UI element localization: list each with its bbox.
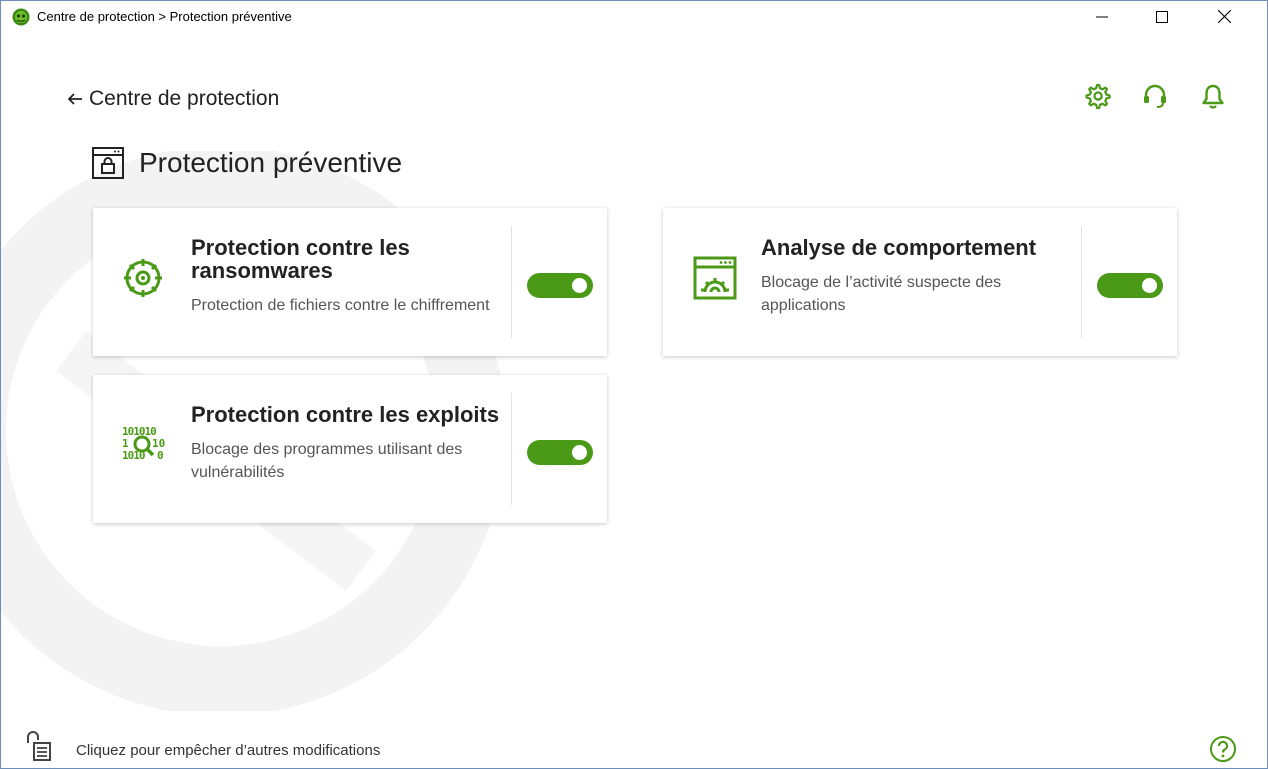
toggle-knob <box>1142 278 1157 293</box>
card-divider <box>511 226 512 338</box>
app-logo-icon <box>12 8 30 26</box>
card-title: Analyse de comportement <box>761 235 1037 260</box>
shield-window-icon <box>92 147 124 179</box>
behavior-analysis-toggle[interactable] <box>1097 273 1163 298</box>
card-title: Protection contre les ransomwares <box>191 235 410 283</box>
minimize-button[interactable] <box>1079 1 1125 32</box>
back-link[interactable]: Centre de protection <box>67 87 279 111</box>
ransomware-protection-toggle[interactable] <box>527 273 593 298</box>
close-icon <box>1217 10 1231 23</box>
arrow-left-icon <box>67 93 82 105</box>
card-behavior-analysis: Analyse de comportement Blocage de l’act… <box>663 208 1177 356</box>
exploit-protection-toggle[interactable] <box>527 440 593 465</box>
card-divider <box>1081 226 1082 338</box>
unlocked-lock-icon[interactable] <box>25 729 51 761</box>
headset-icon <box>1144 84 1166 108</box>
page-title: Protection préventive <box>139 147 403 178</box>
toggle-knob <box>572 445 587 460</box>
bell-icon <box>1202 84 1224 109</box>
card-description: Blocage de l’activité suspecte des appli… <box>761 274 1002 314</box>
card-description: Protection de fichiers contre le chiffre… <box>191 297 490 314</box>
card-ransomware-protection: Protection contre les ransomwares Protec… <box>93 208 607 356</box>
card-text: Analyse de comportement Blocage de l’act… <box>761 236 1071 317</box>
card-title: Protection contre les exploits <box>191 402 500 427</box>
lock-settings-link[interactable]: Cliquez pour empêcher d’autres modificat… <box>76 742 380 759</box>
card-description: Blocage des programmes utilisant des vul… <box>191 441 463 481</box>
svg-text:0: 0 <box>157 449 164 462</box>
binary-magnifier-icon: 101010 1 10 1010 0 <box>122 425 165 462</box>
settings-button[interactable] <box>1082 79 1112 113</box>
minimize-icon <box>1096 16 1108 17</box>
support-button[interactable] <box>1140 79 1170 113</box>
app-window: Centre de protection > Protection préven… <box>0 0 1268 769</box>
ransomware-shield-icon <box>124 259 162 297</box>
maximize-icon <box>1156 10 1168 23</box>
card-exploit-protection: 101010 1 10 1010 0 Protection contre les… <box>93 375 607 523</box>
title-bar: Centre de protection > Protection préven… <box>1 1 1267 32</box>
card-text: Protection contre les ransomwares Protec… <box>191 236 501 317</box>
help-icon[interactable] <box>1209 735 1237 763</box>
page-header: Protection préventive <box>91 146 402 180</box>
card-text: Protection contre les exploits Blocage d… <box>191 403 501 484</box>
gear-icon <box>1085 83 1111 110</box>
back-link-label: Centre de protection <box>89 87 280 110</box>
close-button[interactable] <box>1201 1 1247 32</box>
toggle-knob <box>572 278 587 293</box>
notifications-button[interactable] <box>1198 79 1228 113</box>
maximize-button[interactable] <box>1139 1 1185 32</box>
card-divider <box>511 393 512 505</box>
window-title: Centre de protection > Protection préven… <box>37 9 292 24</box>
behavior-window-icon <box>693 256 737 300</box>
